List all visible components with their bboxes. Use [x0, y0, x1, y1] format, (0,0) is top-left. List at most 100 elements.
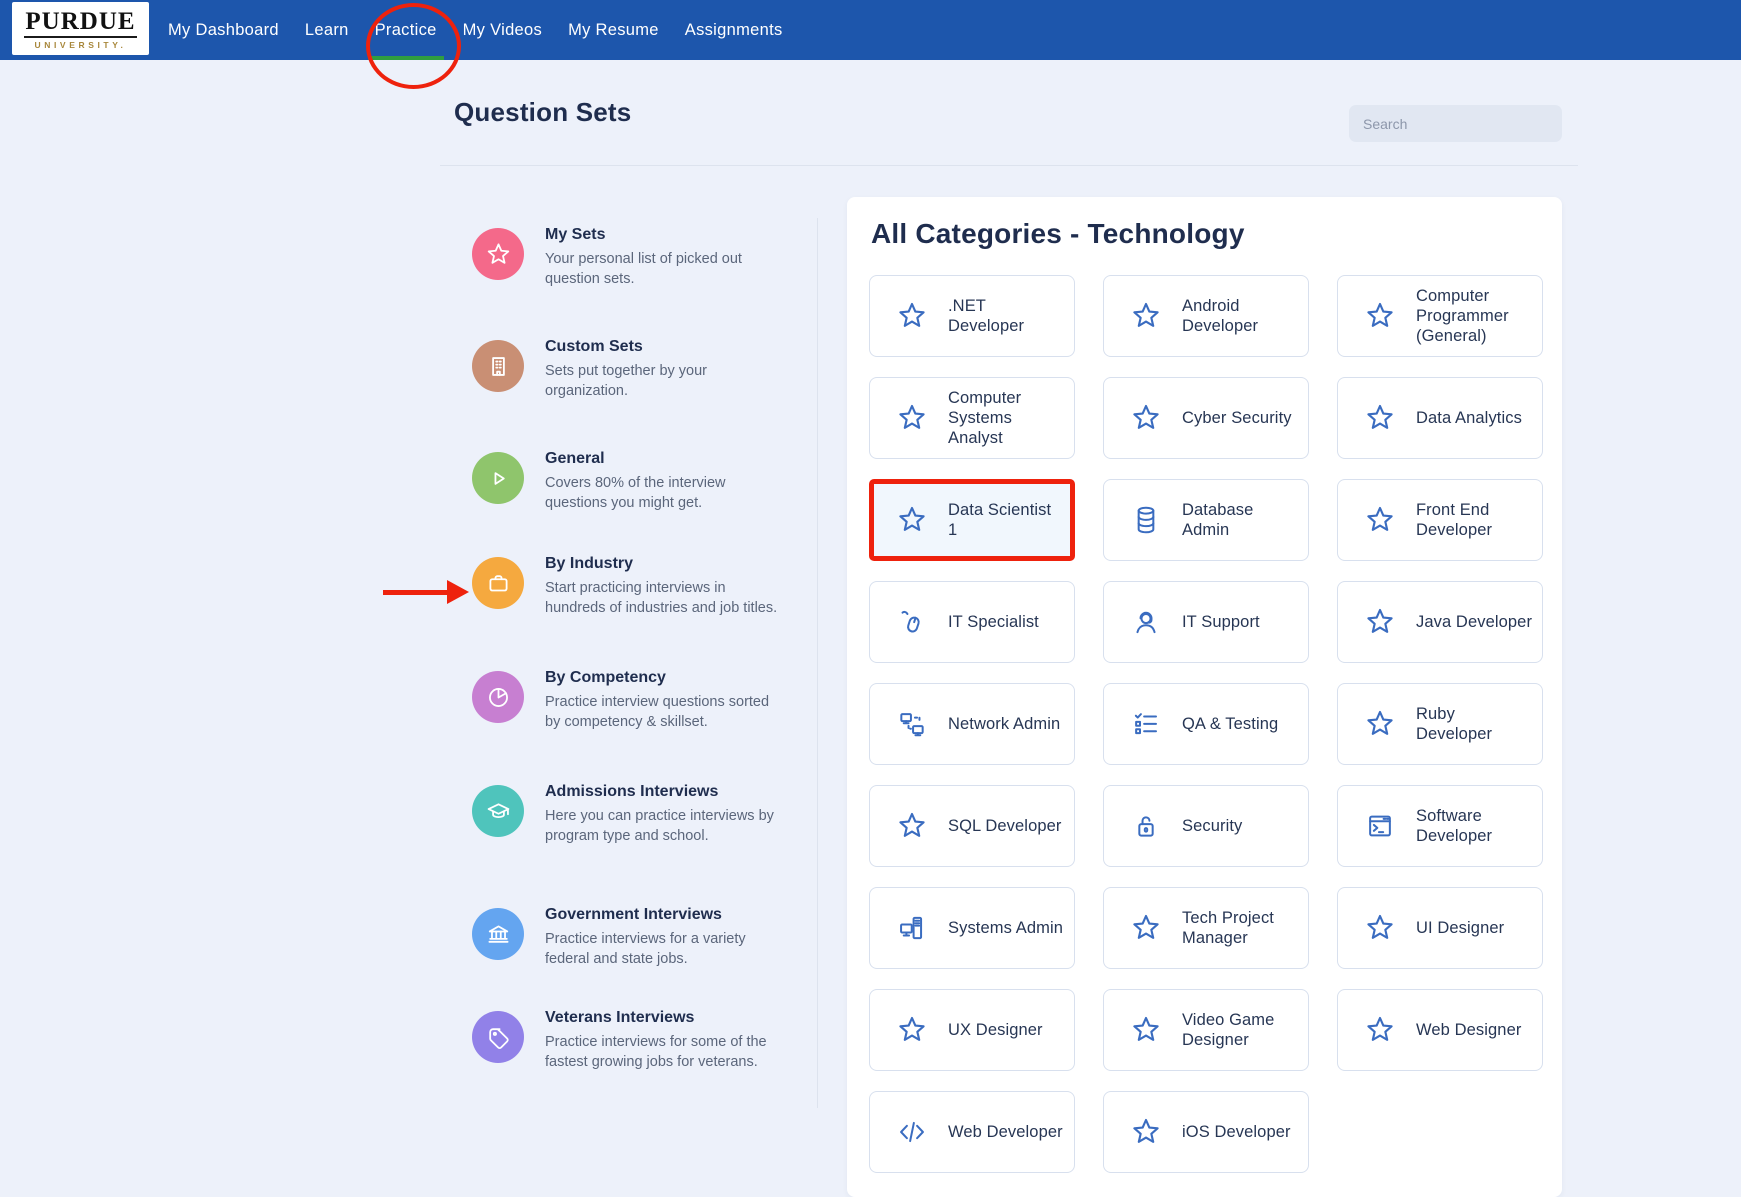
category-card-database-admin[interactable]: Database Admin [1103, 479, 1309, 561]
category-card-label: Computer Systems Analyst [948, 388, 1074, 448]
category-card-ui-designer[interactable]: UI Designer [1337, 887, 1543, 969]
star-icon [1364, 402, 1396, 434]
category-card-network-admin[interactable]: Network Admin [869, 683, 1075, 765]
sidebar-item-custom-sets[interactable]: Custom Sets Sets put together by your or… [472, 338, 807, 401]
workstation-icon [896, 912, 928, 944]
category-card-label: Front End Developer [1416, 500, 1542, 540]
page-title: Question Sets [454, 97, 631, 128]
star-icon [896, 1014, 928, 1046]
star-icon [1130, 402, 1162, 434]
sidebar-item-admissions-interviews[interactable]: Admissions Interviews Here you can pract… [472, 783, 807, 846]
sidebar-item-title: By Competency [545, 669, 780, 687]
network-icon [896, 708, 928, 740]
sidebar-item-description: Covers 80% of the interview questions yo… [545, 473, 780, 513]
category-card-label: IT Support [1182, 612, 1268, 632]
play-icon [472, 452, 524, 504]
category-card-systems-admin[interactable]: Systems Admin [869, 887, 1075, 969]
category-card-video-game-designer[interactable]: Video Game Designer [1103, 989, 1309, 1071]
category-card-sql-developer[interactable]: SQL Developer [869, 785, 1075, 867]
purdue-logo-subtext: UNIVERSITY. [22, 41, 139, 50]
category-card-ruby-developer[interactable]: Ruby Developer [1337, 683, 1543, 765]
category-card-cyber-security[interactable]: Cyber Security [1103, 377, 1309, 459]
star-icon [472, 228, 524, 280]
sidebar-item-description: Sets put together by your organization. [545, 361, 780, 401]
category-card-android-developer[interactable]: Android Developer [1103, 275, 1309, 357]
category-card-label: Computer Programmer (General) [1416, 286, 1542, 346]
purdue-logo-wordmark: PURDUE [22, 9, 139, 34]
category-card-qa-testing[interactable]: QA & Testing [1103, 683, 1309, 765]
category-card-web-developer[interactable]: Web Developer [869, 1091, 1075, 1173]
category-card-net-developer[interactable]: .NET Developer [869, 275, 1075, 357]
category-card-data-analytics[interactable]: Data Analytics [1337, 377, 1543, 459]
sidebar-item-description: Here you can practice interviews by prog… [545, 806, 780, 846]
category-card-label: Systems Admin [948, 918, 1071, 938]
category-card-label: Software Developer [1416, 806, 1542, 846]
sidebar-item-general[interactable]: General Covers 80% of the interview ques… [472, 450, 807, 513]
sidebar-item-description: Practice interviews for a variety federa… [545, 929, 780, 969]
purdue-logo-rule [24, 36, 137, 38]
category-card-security[interactable]: Security [1103, 785, 1309, 867]
nav-items: My Dashboard Learn Practice My Videos My Res… [155, 0, 796, 60]
category-card-ux-designer[interactable]: UX Designer [869, 989, 1075, 1071]
annotation-red-arrow [383, 580, 471, 605]
building-icon [472, 340, 524, 392]
nav-item-learn[interactable]: Learn [292, 0, 362, 60]
search-input[interactable] [1349, 105, 1562, 142]
sidebar-item-veterans-interviews[interactable]: Veterans Interviews Practice interviews … [472, 1009, 807, 1072]
bank-icon [472, 908, 524, 960]
star-icon [1364, 912, 1396, 944]
category-card-it-specialist[interactable]: IT Specialist [869, 581, 1075, 663]
nav-item-label: Assignments [685, 21, 783, 40]
star-icon [1364, 1014, 1396, 1046]
category-card-label: Network Admin [948, 714, 1068, 734]
nav-item-assignments[interactable]: Assignments [672, 0, 796, 60]
nav-item-my-videos[interactable]: My Videos [450, 0, 555, 60]
panel-title: All Categories - Technology [871, 219, 1562, 250]
nav-item-label: My Resume [568, 21, 659, 40]
category-card-label: Security [1182, 816, 1250, 836]
sidebar-item-title: General [545, 450, 780, 468]
nav-item-label: Practice [375, 21, 437, 40]
category-card-label: IT Specialist [948, 612, 1047, 632]
support-agent-icon [1130, 606, 1162, 638]
sidebar-item-my-sets[interactable]: My Sets Your personal list of picked out… [472, 226, 807, 289]
pie-chart-icon [472, 671, 524, 723]
star-icon [896, 402, 928, 434]
sidebar-item-government-interviews[interactable]: Government Interviews Practice interview… [472, 906, 807, 969]
category-card-computer-systems-analyst[interactable]: Computer Systems Analyst [869, 377, 1075, 459]
purdue-logo[interactable]: PURDUE UNIVERSITY. [12, 2, 149, 55]
category-card-computer-programmer-general[interactable]: Computer Programmer (General) [1337, 275, 1543, 357]
category-card-label: Data Analytics [1416, 408, 1530, 428]
category-card-label: UX Designer [948, 1020, 1051, 1040]
category-card-java-developer[interactable]: Java Developer [1337, 581, 1543, 663]
category-card-it-support[interactable]: IT Support [1103, 581, 1309, 663]
category-card-data-scientist-1[interactable]: Data Scientist 1 [869, 479, 1075, 561]
category-card-web-designer[interactable]: Web Designer [1337, 989, 1543, 1071]
category-card-tech-project-manager[interactable]: Tech Project Manager [1103, 887, 1309, 969]
category-card-software-developer[interactable]: Software Developer [1337, 785, 1543, 867]
nav-item-label: My Videos [463, 21, 542, 40]
annotation-red-arrow-shaft [383, 590, 449, 595]
top-navbar: PURDUE UNIVERSITY. My Dashboard Learn Prac… [0, 0, 1741, 60]
sidebar-item-by-competency[interactable]: By Competency Practice interview questio… [472, 669, 807, 732]
star-icon [1364, 606, 1396, 638]
nav-item-practice[interactable]: Practice [362, 0, 450, 60]
nav-item-my-resume[interactable]: My Resume [555, 0, 672, 60]
category-card-ios-developer[interactable]: iOS Developer [1103, 1091, 1309, 1173]
category-card-label: Ruby Developer [1416, 704, 1542, 744]
category-card-front-end-developer[interactable]: Front End Developer [1337, 479, 1543, 561]
tag-icon [472, 1011, 524, 1063]
nav-item-my-dashboard[interactable]: My Dashboard [155, 0, 292, 60]
sidebar-item-description: Your personal list of picked out questio… [545, 249, 780, 289]
nav-item-label: Learn [305, 21, 349, 40]
code-icon [896, 1116, 928, 1148]
star-icon [896, 504, 928, 536]
sidebar-item-title: Admissions Interviews [545, 783, 780, 801]
graduation-cap-icon [472, 785, 524, 837]
sidebar-item-description: Practice interviews for some of the fast… [545, 1032, 780, 1072]
sidebar-item-description: Start practicing interviews in hundreds … [545, 578, 780, 618]
category-card-grid: .NET Developer Android Developer Compute… [869, 275, 1562, 1173]
lock-icon [1130, 810, 1162, 842]
sidebar-item-by-industry[interactable]: By Industry Start practicing interviews … [472, 555, 807, 618]
category-card-label: Android Developer [1182, 296, 1308, 336]
